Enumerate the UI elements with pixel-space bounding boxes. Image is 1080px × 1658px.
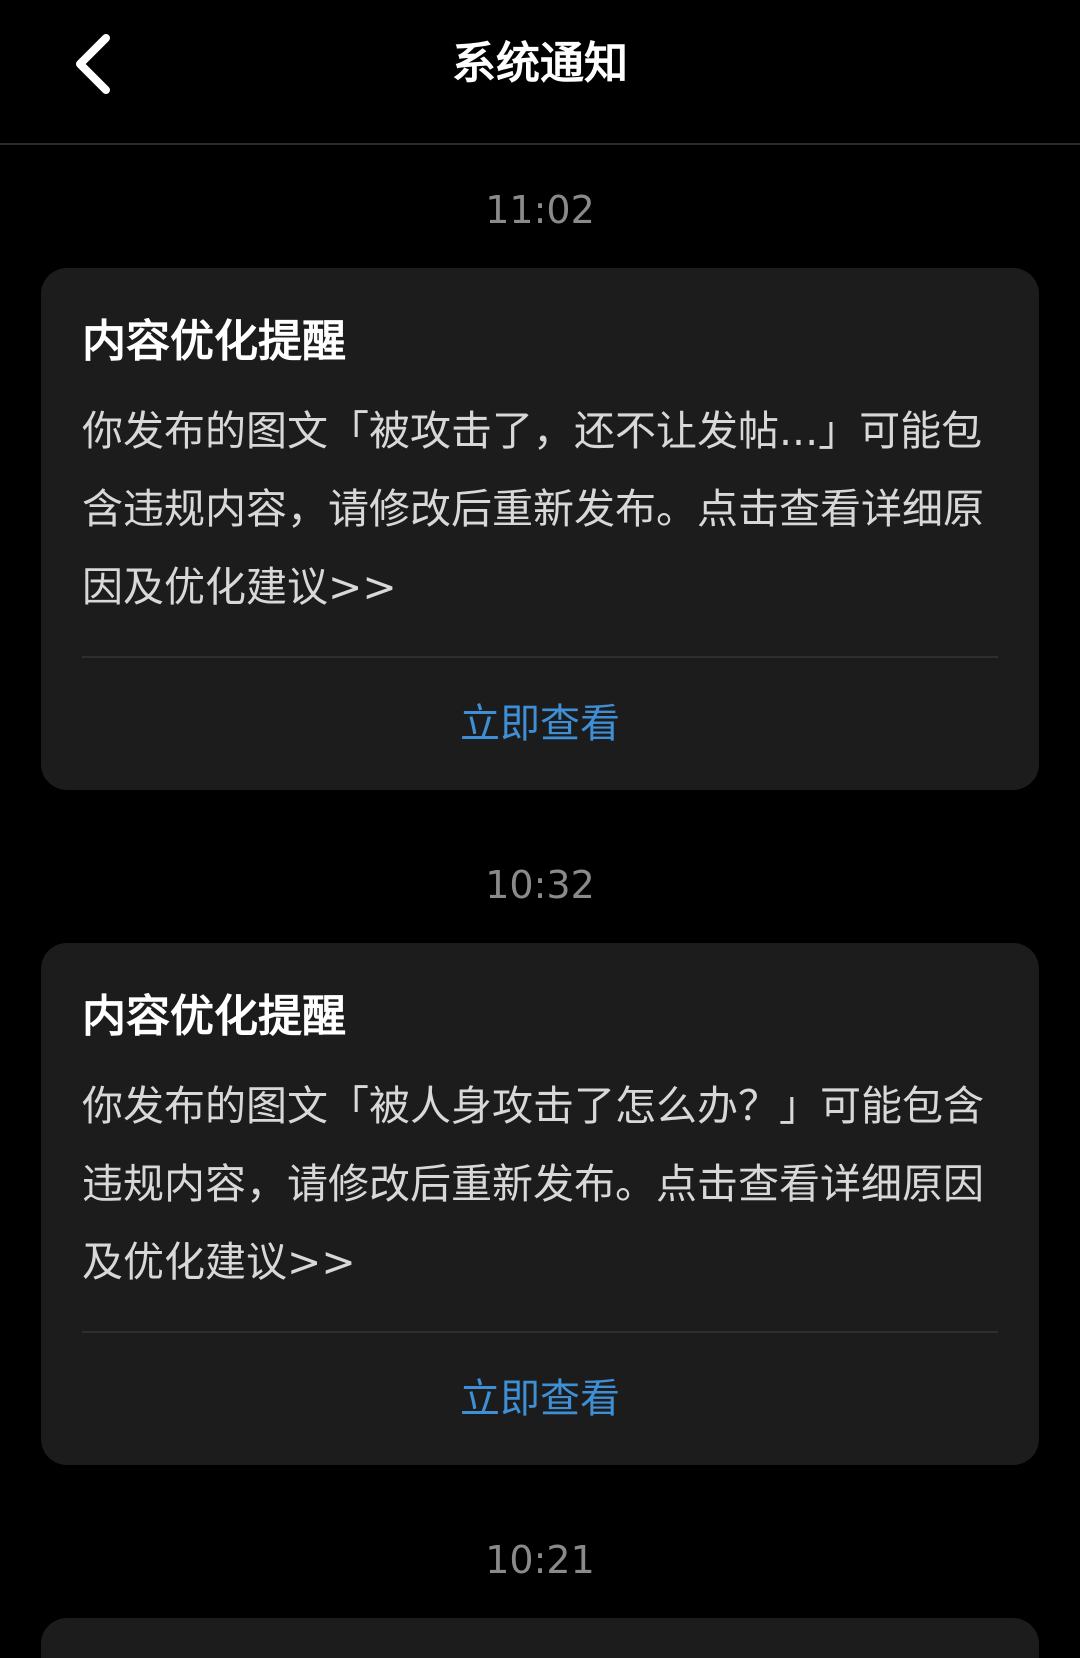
notification-body[interactable]: 你发布的图文「被人身攻击了怎么办？」可能包含违规内容，请修改后重新发布。点击查看… — [82, 1067, 998, 1301]
notification-card[interactable] — [41, 1618, 1039, 1658]
page-title: 系统通知 — [452, 38, 628, 89]
notification-body[interactable]: 你发布的图文「被攻击了，还不让发帖...」可能包含违规内容，请修改后重新发布。点… — [82, 392, 998, 626]
notification-time: 10:21 — [485, 1538, 595, 1582]
notification-time: 10:32 — [485, 863, 595, 907]
notification-list: 11:02 内容优化提醒 你发布的图文「被攻击了，还不让发帖...」可能包含违规… — [0, 145, 1080, 1658]
view-now-button[interactable]: 立即查看 — [82, 658, 998, 790]
notification-card[interactable]: 内容优化提醒 你发布的图文「被攻击了，还不让发帖...」可能包含违规内容，请修改… — [41, 268, 1039, 790]
notification-title: 内容优化提醒 — [82, 316, 346, 367]
notification-card[interactable]: 内容优化提醒 你发布的图文「被人身攻击了怎么办？」可能包含违规内容，请修改后重新… — [41, 943, 1039, 1465]
notification-time: 11:02 — [485, 188, 595, 232]
notification-title: 内容优化提醒 — [82, 991, 346, 1042]
top-bar: 系统通知 — [0, 0, 1080, 145]
view-now-button[interactable]: 立即查看 — [82, 1333, 998, 1465]
